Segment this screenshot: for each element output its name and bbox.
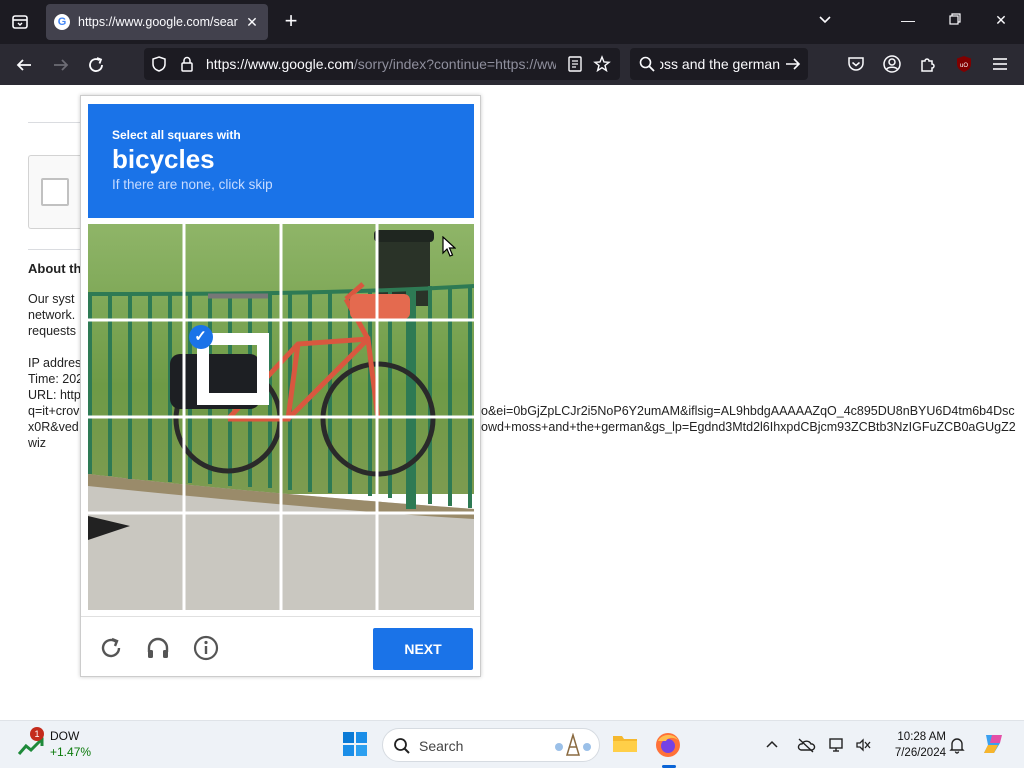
reload-challenge-icon[interactable] <box>98 635 124 661</box>
tab-bar: G https://www.google.com/search ✕ + — ✕ <box>0 0 1024 44</box>
search-highlight-eiffel-icon <box>551 732 595 762</box>
file-explorer-icon[interactable] <box>611 731 639 759</box>
minimize-icon[interactable]: — <box>898 12 918 28</box>
recaptcha-challenge: Select all squares with bicycles If ther… <box>80 95 481 677</box>
close-tab-icon[interactable]: ✕ <box>244 14 260 31</box>
captcha-tile-11[interactable]: ✓ <box>378 417 475 514</box>
lock-icon[interactable] <box>178 55 196 73</box>
captcha-tile-1[interactable]: ✓ <box>185 224 282 321</box>
captcha-tile-2[interactable]: ✓ <box>281 224 378 321</box>
url-bar[interactable]: https://www.google.com/sorry/index?conti… <box>144 48 620 80</box>
bookmark-star-icon[interactable] <box>593 55 611 73</box>
captcha-tile-0[interactable]: ✓ <box>88 224 185 321</box>
clock-time: 10:28 AM <box>897 731 946 743</box>
firefox-icon[interactable] <box>654 731 682 759</box>
notification-badge: 1 <box>30 727 44 741</box>
audio-challenge-headphones-icon[interactable] <box>145 635 171 661</box>
network-speaker-icon[interactable] <box>854 736 872 754</box>
ticker-name: DOW <box>50 729 80 743</box>
new-tab-button[interactable]: + <box>280 10 302 32</box>
captcha-tile-7[interactable]: ✓ <box>378 321 475 418</box>
challenge-target: bicycles <box>112 144 215 174</box>
check-icon: ✓ <box>188 324 213 349</box>
windows-start-icon[interactable] <box>342 731 370 759</box>
search-icon <box>393 737 411 760</box>
captcha-tile-14[interactable]: ✓ <box>281 514 378 611</box>
taskbar-search-box[interactable]: Search <box>382 728 600 762</box>
tab-list-button[interactable] <box>8 10 32 34</box>
captcha-tile-3[interactable]: ✓ <box>378 224 475 321</box>
search-bar[interactable]: owd+moss and the german <box>630 48 808 80</box>
close-window-icon[interactable]: ✕ <box>991 12 1011 29</box>
forward-arrow-icon[interactable] <box>50 54 72 76</box>
tab-title: https://www.google.com/search <box>78 15 238 29</box>
challenge-hint: If there are none, click skip <box>112 177 273 192</box>
system-clock[interactable]: 10:28 AM 7/26/2024 <box>880 729 946 761</box>
url-text: https://www.google.com/sorry/index?conti… <box>206 56 556 72</box>
clock-date: 7/26/2024 <box>894 747 946 759</box>
about-heading: About th <box>28 261 82 276</box>
reader-view-icon[interactable] <box>566 55 584 73</box>
page-line: IP addres <box>28 356 82 370</box>
menu-hamburger-icon[interactable] <box>990 54 1010 74</box>
navigation-toolbar: https://www.google.com/sorry/index?conti… <box>0 44 1024 85</box>
search-go-arrow-icon[interactable] <box>784 55 804 75</box>
challenge-image-grid: ✓ ✓ ✓ ✓ ✓ ✓ ✓ ✓ ✓ ✓ ✓ ✓ ✓ ✓ ✓ ✓ <box>88 224 474 610</box>
tracking-protection-shield-icon[interactable] <box>150 55 168 73</box>
help-info-icon[interactable] <box>193 635 219 661</box>
google-favicon-icon: G <box>54 14 70 30</box>
page-line: requests <box>28 324 76 338</box>
page-line: Our syst <box>28 292 75 306</box>
next-button[interactable]: NEXT <box>373 628 473 670</box>
ticker-change: +1.47% <box>50 745 92 759</box>
page-line: x0R&ved <box>28 420 79 434</box>
tab-list-icon <box>12 15 28 29</box>
svg-text:uO: uO <box>960 63 968 69</box>
windows-taskbar: 1 DOW +1.47% Search 10:28 AM 7/26/2024 <box>0 720 1024 768</box>
search-icon <box>638 55 658 75</box>
url-text-line[interactable]: o&ei=0bGjZpLCJr2i5NoP6Y2umAM&iflsig=AL9h… <box>481 404 1024 418</box>
chevron-up-icon[interactable] <box>764 736 782 754</box>
captcha-tile-6[interactable]: ✓ <box>281 321 378 418</box>
challenge-instruction: Select all squares with <box>112 128 241 142</box>
captcha-tile-15[interactable]: ✓ <box>378 514 475 611</box>
ublock-origin-icon[interactable]: uO <box>954 54 974 74</box>
captcha-tile-10[interactable]: ✓ <box>281 417 378 514</box>
page-line: network. <box>28 308 76 322</box>
captcha-tile-4[interactable]: ✓ <box>88 321 185 418</box>
display-icon[interactable] <box>828 736 846 754</box>
captcha-tile-13[interactable]: ✓ <box>185 514 282 611</box>
captcha-tile-9[interactable]: ✓ <box>185 417 282 514</box>
pocket-icon[interactable] <box>846 54 866 74</box>
account-icon[interactable] <box>882 54 902 74</box>
search-bar-text: owd+moss and the german <box>660 56 780 72</box>
reload-icon[interactable] <box>85 54 107 76</box>
copilot-icon[interactable] <box>980 731 1008 759</box>
onedrive-offline-icon[interactable] <box>796 736 816 754</box>
notification-bell-icon[interactable] <box>948 736 966 754</box>
url-text-line[interactable]: owd+moss+and+the+german&gs_lp=Egdnd3Mtd2… <box>481 420 1024 434</box>
back-arrow-icon[interactable] <box>13 54 35 76</box>
divider <box>28 249 88 250</box>
active-tab[interactable]: G https://www.google.com/search ✕ <box>46 4 268 40</box>
page-line: q=it+crov <box>28 404 80 418</box>
challenge-header: Select all squares with bicycles If ther… <box>88 104 474 218</box>
divider <box>28 122 88 123</box>
stock-widget[interactable]: 1 DOW +1.47% <box>18 727 98 763</box>
extensions-puzzle-icon[interactable] <box>918 54 938 74</box>
captcha-tile-5[interactable]: ✓ <box>185 321 282 418</box>
mouse-cursor-icon <box>442 235 457 263</box>
list-all-tabs-icon[interactable] <box>815 12 835 31</box>
recaptcha-checkbox[interactable] <box>41 178 69 206</box>
page-line: wiz <box>28 436 47 450</box>
page-line: Time: 202 <box>28 372 84 386</box>
captcha-tile-8[interactable]: ✓ <box>88 417 185 514</box>
recaptcha-checkbox-card <box>28 155 88 229</box>
challenge-footer: NEXT <box>81 616 480 676</box>
captcha-tile-12[interactable]: ✓ <box>88 514 185 611</box>
page-line: URL: http <box>28 388 81 402</box>
restore-icon[interactable] <box>945 12 965 29</box>
taskbar-search-label: Search <box>419 738 464 754</box>
